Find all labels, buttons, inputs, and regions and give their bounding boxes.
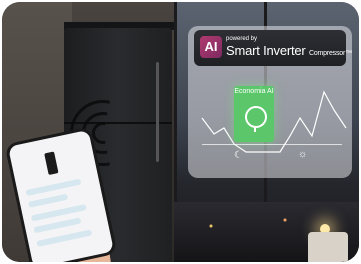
powered-by: powered by <box>226 36 258 42</box>
hero-image: AI powered by Smart Inverter Compressor™… <box>2 2 359 262</box>
lamp-shade <box>308 232 348 262</box>
sun-icon: ☼ <box>298 149 308 160</box>
divider <box>202 144 342 145</box>
brand-sub: Compressor™ <box>308 50 352 57</box>
app-row <box>36 229 93 247</box>
plug-icon <box>245 106 267 128</box>
brand-name: Smart Inverter Compressor™ <box>226 43 352 58</box>
card-header: AI powered by Smart Inverter Compressor™ <box>194 30 352 66</box>
moon-icon: ☾ <box>234 150 243 161</box>
app-row <box>27 193 69 208</box>
economy-ai-label: Economia AI <box>234 88 274 95</box>
app-row <box>33 217 82 234</box>
ai-badge: AI <box>200 36 222 58</box>
app-row <box>25 178 82 197</box>
fridge-handle <box>156 62 159 162</box>
plug-stem <box>254 126 256 132</box>
brand-title: Smart Inverter <box>226 43 306 58</box>
fridge-icon <box>44 151 59 176</box>
energy-line <box>201 90 347 153</box>
